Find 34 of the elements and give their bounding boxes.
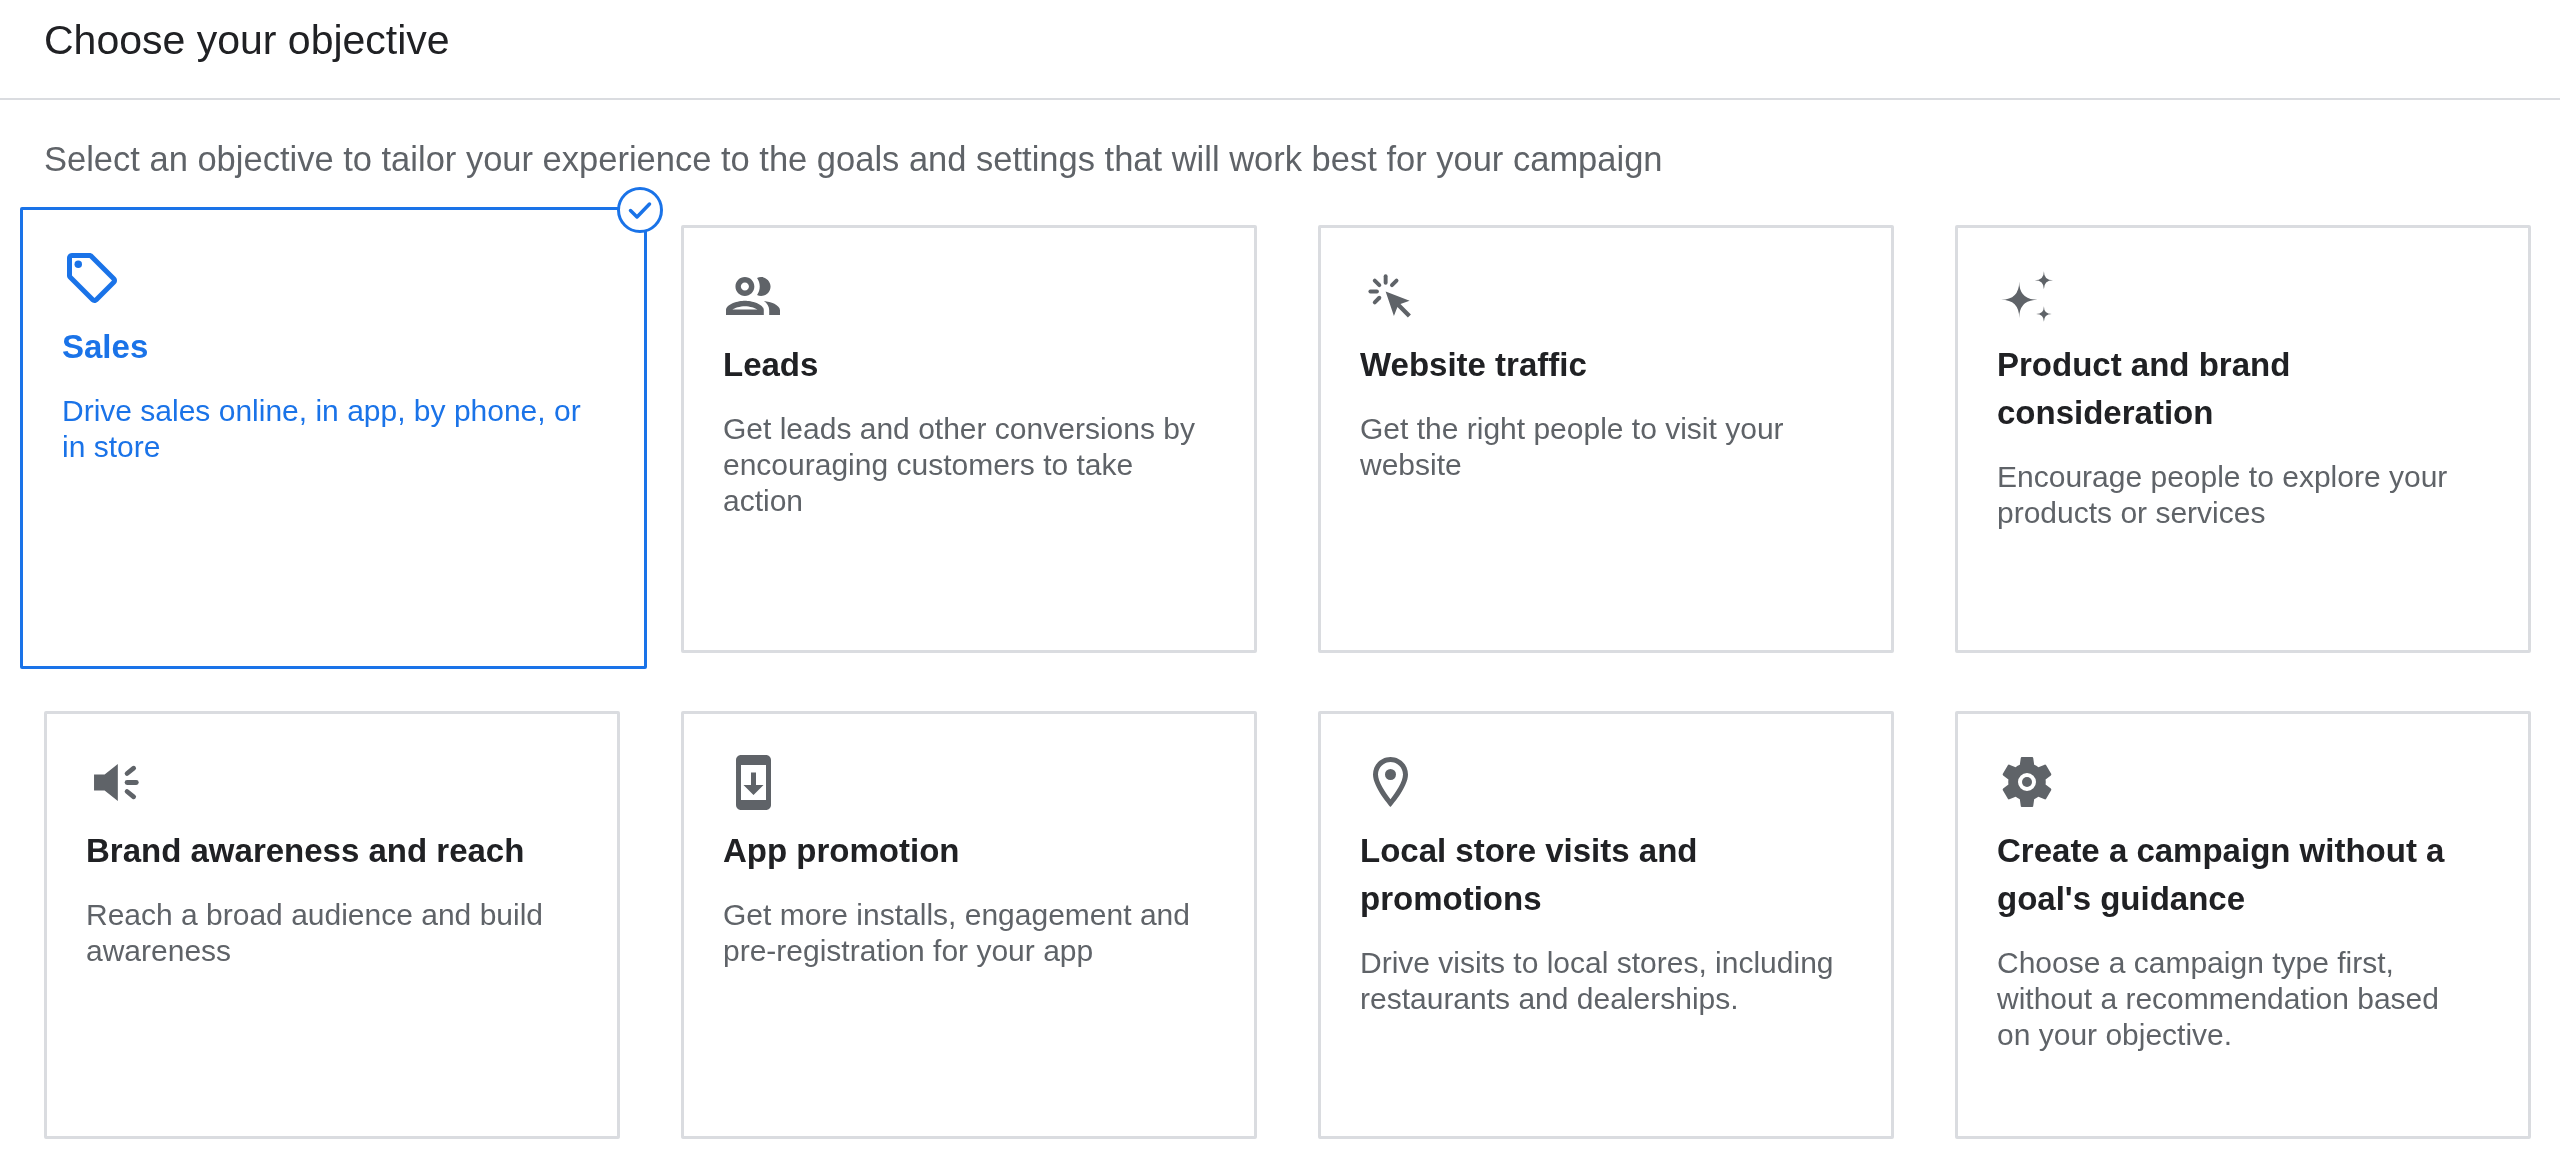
check-circle-icon xyxy=(617,187,663,233)
objective-title: Leads xyxy=(723,345,819,385)
objective-title: Create a campaign without a goal's guidance xyxy=(1997,831,2446,919)
location-pin-icon xyxy=(1372,757,1408,807)
gear-icon xyxy=(2002,757,2052,807)
instructions-text: Select an objective to tailor your experience to the goals and settings that will work best for your campaign xyxy=(44,139,1663,179)
objective-title: Website traffic xyxy=(1360,345,1587,385)
objective-card[interactable]: App promotion Get more installs, engagement and pre-registration for your app xyxy=(681,711,1257,1139)
objective-title: Product and brand consideration xyxy=(1997,345,2292,433)
tag-icon xyxy=(67,253,117,303)
objective-description: Get more installs, engagement and pre-registration for your app xyxy=(723,897,1191,969)
cursor-click-icon xyxy=(1368,274,1412,318)
objective-description: Encourage people to explore your products or services xyxy=(1997,459,2449,531)
people-icon xyxy=(726,277,780,315)
objective-card[interactable]: Sales Drive sales online, in app, by phone, or in store xyxy=(20,207,647,669)
objective-description: Get leads and other conversions by encouraging customers to take action xyxy=(723,411,1196,519)
objective-title: Local store visits and promotions xyxy=(1360,831,1699,919)
objective-title: Sales xyxy=(62,327,149,367)
objective-title: App promotion xyxy=(723,831,960,871)
page-title: Choose your objective xyxy=(44,16,450,64)
objective-card[interactable]: Local store visits and promotions Drive visits to local stores, including restaurants and dealerships. xyxy=(1318,711,1894,1139)
objective-card[interactable]: Brand awareness and reach Reach a broad audience and build awareness xyxy=(44,711,620,1139)
objective-description: Get the right people to visit your website xyxy=(1360,411,1785,483)
objective-card[interactable]: Website traffic Get the right people to visit your website xyxy=(1318,225,1894,653)
objective-card[interactable]: Create a campaign without a goal's guidance Choose a campaign type first, without a recommendation based on your objective. xyxy=(1955,711,2531,1139)
objective-title: Brand awareness and reach xyxy=(86,831,525,871)
objective-description: Reach a broad audience and build awareness xyxy=(86,897,545,969)
objective-description: Choose a campaign type first, without a recommendation based on your objective. xyxy=(1997,945,2440,1053)
megaphone-icon xyxy=(93,763,139,801)
objective-card[interactable]: Leads Get leads and other conversions by encouraging customers to take action xyxy=(681,225,1257,653)
phone-download-icon xyxy=(735,754,771,810)
objective-card[interactable]: Product and brand consideration Encourage people to explore your products or services xyxy=(1955,225,2531,653)
objective-description: Drive sales online, in app, by phone, or in store xyxy=(62,393,582,465)
objective-description: Drive visits to local stores, including restaurants and dealerships. xyxy=(1360,945,1835,1017)
